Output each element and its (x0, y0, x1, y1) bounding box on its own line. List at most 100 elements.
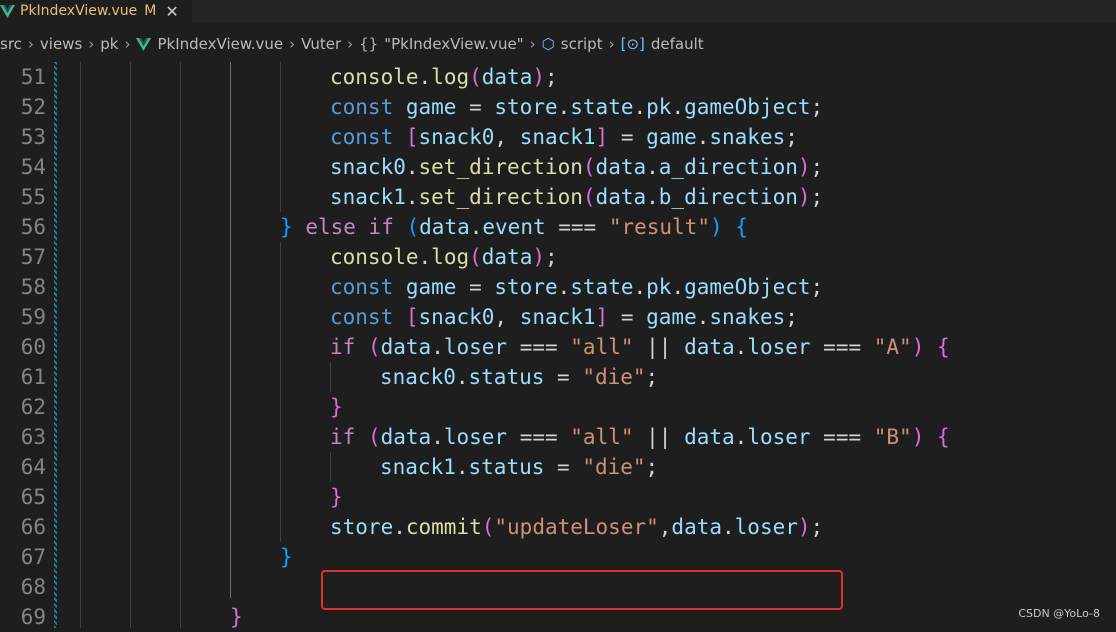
code-token: . (405, 155, 419, 179)
code-line[interactable]: 61 snack0.status = "die"; (0, 362, 1116, 392)
code-token: log (431, 65, 470, 89)
line-number: 60 (20, 335, 46, 359)
code-token: = (608, 305, 647, 329)
code-text: snack1.status = "die"; (380, 452, 658, 482)
code-line[interactable]: 66 store.commit("updateLoser",data.loser)… (0, 512, 1116, 542)
chevron-right-icon: › (289, 35, 296, 53)
code-token: ) (911, 335, 925, 359)
line-number: 64 (20, 455, 46, 479)
code-token: . (431, 335, 444, 359)
code-token: const (330, 125, 394, 149)
code-token: || (633, 335, 685, 359)
code-token: loser (747, 335, 811, 359)
breadcrumb-object[interactable]: "PkIndexView.vue" (384, 35, 523, 53)
breadcrumb-script[interactable]: script (561, 35, 603, 53)
code-line[interactable]: 65} (0, 482, 1116, 512)
code-text: snack0.status = "die"; (380, 362, 658, 392)
code-token: loser (443, 335, 508, 359)
code-token: . (633, 95, 647, 119)
code-token: ) (797, 155, 811, 179)
code-token: game (405, 95, 457, 119)
code-line[interactable]: 58 const game = store.state.pk.gameObject… (0, 272, 1116, 302)
code-token: data (671, 515, 722, 539)
code-token: pk (646, 95, 672, 119)
code-token: ( (582, 155, 596, 179)
line-number: 68 (20, 575, 46, 599)
code-token: set_direction (418, 155, 583, 179)
code-token: } (330, 485, 343, 509)
code-token: ; (810, 155, 824, 179)
code-token: === (810, 425, 874, 449)
red-highlight-box (321, 570, 843, 610)
code-line[interactable]: 51 console.log(data); (0, 62, 1116, 92)
code-token: status (468, 455, 545, 479)
code-token: "B" (873, 425, 912, 449)
code-line[interactable]: 60 if (data.loser === "all" || data.loser… (0, 332, 1116, 362)
close-icon[interactable]: ✕ (165, 2, 178, 21)
code-editor[interactable]: 51 console.log(data); 52 const game = store… (0, 62, 1116, 629)
code-line[interactable]: 57 console.log(data); (0, 242, 1116, 272)
code-text: console.log(data); (330, 242, 558, 272)
code-token: . (696, 305, 710, 329)
breadcrumb-default[interactable]: default (651, 35, 704, 53)
breadcrumb-views[interactable]: views (40, 35, 82, 53)
breadcrumb-vuter[interactable]: Vuter (301, 35, 341, 53)
code-line[interactable]: 53 const [snack0, snack1] = game.snakes; (0, 122, 1116, 152)
code-line[interactable]: 52 const game = store.state.pk.gameObject… (0, 92, 1116, 122)
chevron-right-icon: › (124, 35, 131, 53)
code-token: data (595, 185, 647, 209)
code-token: ] (595, 305, 609, 329)
code-token: b_direction (658, 185, 798, 209)
code-token: game (646, 305, 697, 329)
code-token: ( (367, 335, 381, 359)
code-token: ; (810, 95, 824, 119)
code-line[interactable]: 56} else if (data.event === "result") { (0, 212, 1116, 242)
code-text: const [snack0, snack1] = game.snakes; (330, 122, 798, 152)
code-token: } (330, 395, 343, 419)
code-token: === (545, 215, 609, 239)
breadcrumb-pk[interactable]: pk (100, 35, 118, 53)
code-token: ; (785, 125, 798, 149)
line-number: 66 (20, 515, 46, 539)
code-line[interactable]: 59 const [snack0, snack1] = game.snakes; (0, 302, 1116, 332)
code-token: a_direction (658, 155, 798, 179)
code-token: gameObject (684, 275, 811, 299)
line-number: 51 (20, 65, 46, 89)
code-token: . (734, 425, 748, 449)
chevron-right-icon: › (88, 35, 95, 53)
code-token: snack0 (418, 305, 495, 329)
code-line[interactable]: 62} (0, 392, 1116, 422)
breadcrumb-src[interactable]: src (0, 35, 22, 53)
code-token: const (330, 95, 394, 119)
chevron-right-icon: › (347, 35, 354, 53)
code-token: console (330, 65, 419, 89)
code-token: snakes (709, 305, 786, 329)
code-token: "updateLoser" (494, 515, 659, 539)
editor-tab[interactable]: PkIndexView.vue M ✕ (0, 0, 192, 22)
vue-file-icon (136, 37, 152, 51)
line-number: 62 (20, 395, 46, 419)
line-number: 56 (20, 215, 46, 239)
braces-icon: {} (359, 35, 379, 53)
code-token: { (937, 425, 950, 449)
code-line[interactable]: 67} (0, 542, 1116, 572)
code-token: = (544, 365, 583, 389)
code-token: data (595, 155, 647, 179)
code-line[interactable]: 54 snack0.set_direction(data.a_direction)… (0, 152, 1116, 182)
code-token: === (507, 335, 571, 359)
code-token: . (455, 455, 469, 479)
line-number: 58 (20, 275, 46, 299)
code-token: store (494, 95, 558, 119)
chevron-right-icon: › (27, 35, 34, 53)
code-line[interactable]: 55 snack1.set_direction(data.b_direction)… (0, 182, 1116, 212)
code-line[interactable]: 63 if (data.loser === "all" || data.loser… (0, 422, 1116, 452)
code-token: if (330, 335, 356, 359)
code-line[interactable]: 64 snack1.status = "die"; (0, 452, 1116, 482)
code-text: store.commit("updateLoser",data.loser); (330, 512, 823, 542)
code-token: ; (645, 365, 659, 389)
breadcrumb-file[interactable]: PkIndexView.vue (157, 35, 283, 53)
